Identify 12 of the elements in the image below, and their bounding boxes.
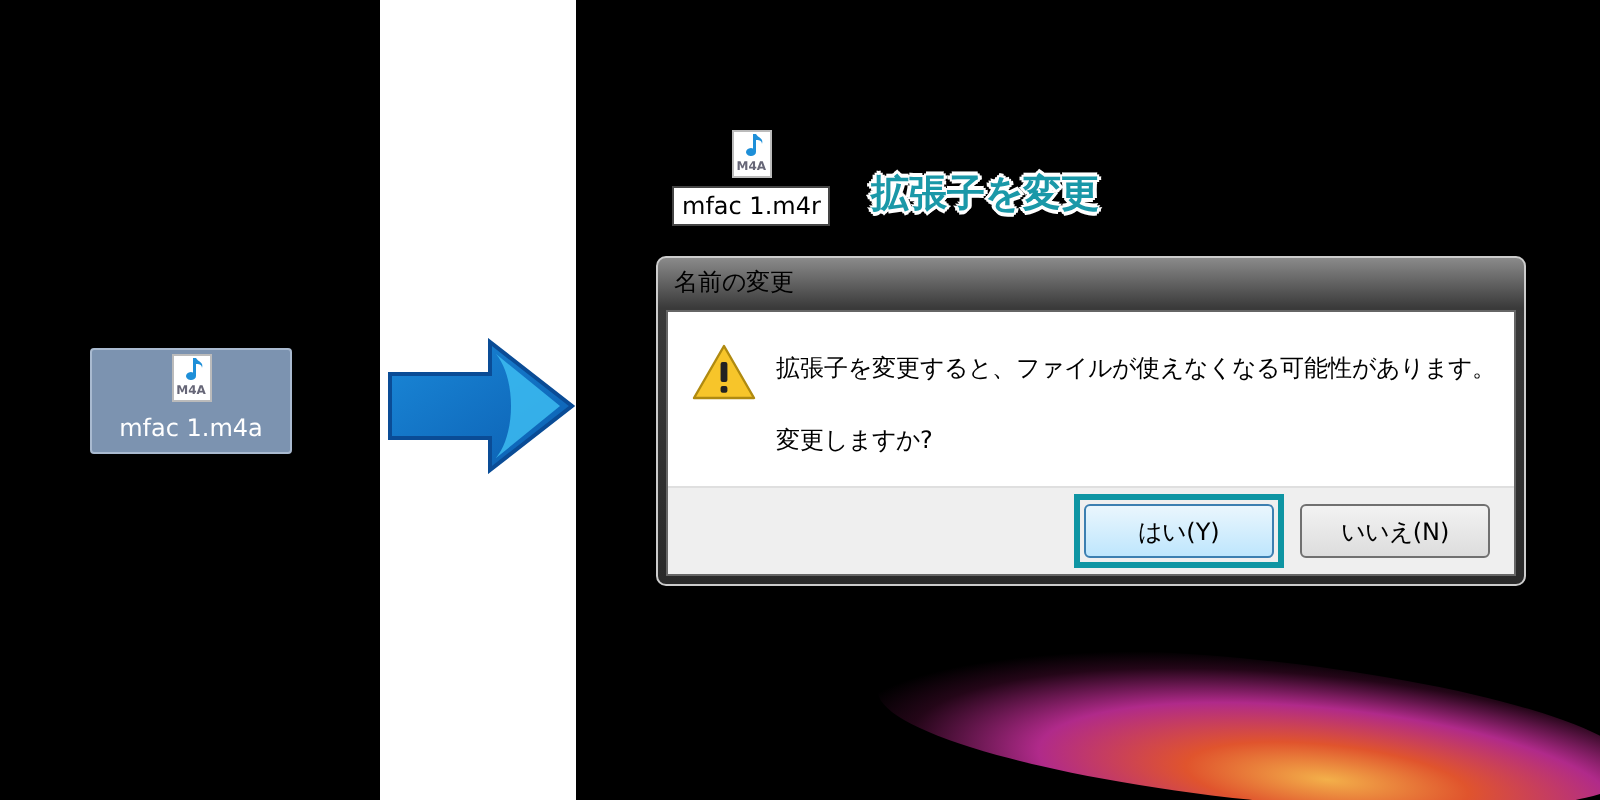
dialog-question: 変更しますか? xyxy=(776,424,935,459)
music-note-icon xyxy=(183,358,203,384)
no-button[interactable]: いいえ(N) xyxy=(1300,504,1490,559)
dialog-message: 拡張子を変更すると、ファイルが使えなくなる可能性があります。 xyxy=(776,352,1496,387)
file-name: mfac 1.m4a xyxy=(119,412,263,446)
music-note-icon xyxy=(743,134,764,160)
rename-field[interactable]: mfac 1.m4r xyxy=(672,186,831,227)
dialog-title: 名前の変更 xyxy=(672,266,796,301)
arrow-icon xyxy=(384,337,576,473)
yes-button[interactable]: はい(Y) xyxy=(1084,504,1274,559)
warning-icon xyxy=(692,344,756,401)
caption-heading: 拡張子を変更 xyxy=(870,169,1099,220)
